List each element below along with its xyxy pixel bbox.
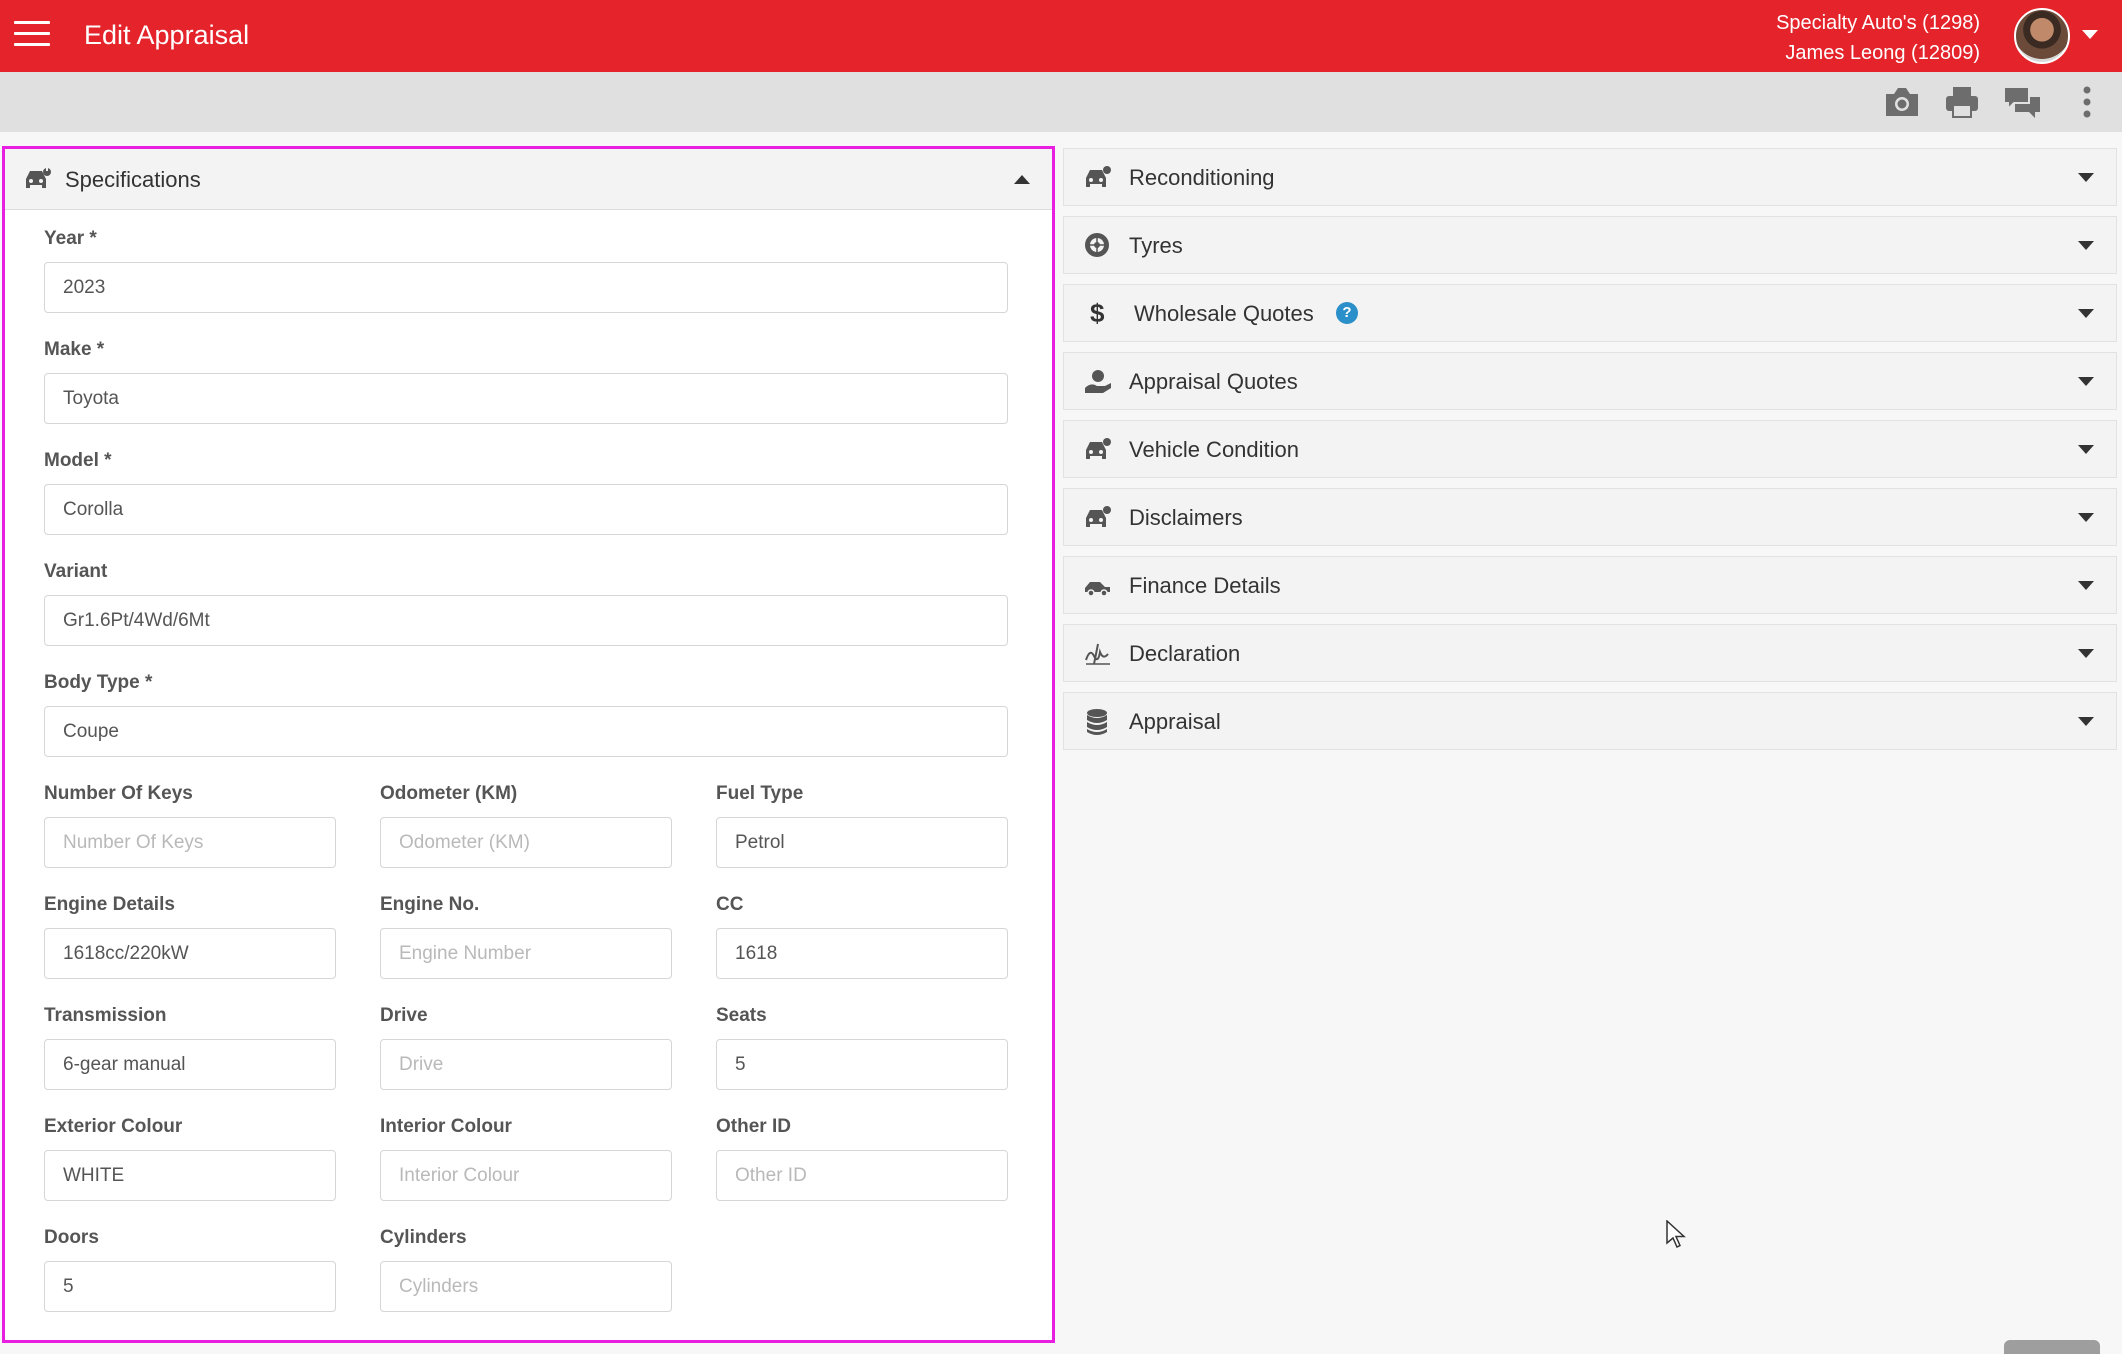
chevron-down-icon[interactable] [2082, 30, 2098, 39]
section-reconditioning[interactable]: Reconditioning [1063, 148, 2117, 206]
cylinders-field[interactable] [380, 1261, 672, 1312]
section-label: Finance Details [1129, 573, 1281, 598]
make-field[interactable] [44, 373, 1008, 424]
section-disclaimers[interactable]: Disclaimers [1063, 488, 2117, 546]
action-toolbar [0, 72, 2122, 132]
seats-field[interactable] [716, 1039, 1008, 1090]
page-title: Edit Appraisal [84, 20, 250, 50]
year-label: Year * [44, 228, 97, 249]
odometer-field[interactable] [380, 817, 672, 868]
doors-label: Doors [44, 1227, 99, 1248]
section-vehicle-condition[interactable]: Vehicle Condition [1063, 420, 2117, 478]
hamburger-menu-icon[interactable] [14, 21, 50, 51]
section-label: Vehicle Condition [1129, 437, 1300, 462]
specifications-header[interactable]: Specifications [5, 149, 1052, 210]
section-label: Appraisal Quotes [1129, 369, 1298, 394]
dealer-name: Specialty Auto's (1298) [1776, 12, 1980, 34]
chevron-down-icon [2078, 173, 2094, 182]
keys-label: Number Of Keys [44, 783, 193, 804]
seats-label: Seats [716, 1005, 767, 1026]
section-wholesale-quotes[interactable]: $ Wholesale Quotes ? [1063, 284, 2117, 342]
section-appraisal-quotes[interactable]: Appraisal Quotes [1063, 352, 2117, 410]
odometer-label: Odometer (KM) [380, 783, 518, 804]
hand-coin-icon [1085, 370, 1111, 393]
camera-icon[interactable] [1883, 85, 1921, 119]
variant-label: Variant [44, 561, 108, 582]
section-label: Declaration [1129, 641, 1241, 666]
transmission-label: Transmission [44, 1005, 167, 1026]
section-appraisal[interactable]: Appraisal [1063, 692, 2117, 750]
account-info[interactable]: Specialty Auto's (1298) James Leong (128… [1776, 8, 1980, 68]
specifications-title: Specifications [65, 167, 201, 192]
section-label: Tyres [1129, 233, 1183, 258]
chevron-up-icon[interactable] [1014, 175, 1030, 184]
car-wrench-icon [1086, 438, 1111, 459]
chevron-down-icon [2078, 649, 2094, 658]
signature-icon [1085, 643, 1110, 665]
section-finance-details[interactable]: Finance Details [1063, 556, 2117, 614]
section-declaration[interactable]: Declaration [1063, 624, 2117, 682]
chevron-down-icon [2078, 445, 2094, 454]
section-label: Appraisal [1129, 709, 1221, 734]
avatar[interactable] [2014, 8, 2070, 64]
engine-details-label: Engine Details [44, 894, 175, 915]
engine-no-label: Engine No. [380, 894, 480, 915]
svg-text:$: $ [1090, 300, 1105, 328]
chevron-down-icon [2078, 241, 2094, 250]
model-label: Model * [44, 450, 112, 471]
section-label: Wholesale Quotes [1134, 301, 1314, 326]
chevron-down-icon [2078, 309, 2094, 318]
car-wrench-icon [1086, 506, 1111, 527]
chevron-down-icon [2078, 717, 2094, 726]
section-label: Disclaimers [1129, 505, 1243, 530]
other-id-field[interactable] [716, 1150, 1008, 1201]
exterior-colour-label: Exterior Colour [44, 1116, 183, 1137]
cc-field[interactable] [716, 928, 1008, 979]
model-field[interactable] [44, 484, 1008, 535]
car-wrench-icon [26, 167, 51, 188]
engine-details-field[interactable] [44, 928, 336, 979]
cc-label: CC [716, 894, 744, 915]
exterior-colour-field[interactable] [44, 1150, 336, 1201]
fuel-type-field[interactable] [716, 817, 1008, 868]
more-vertical-icon[interactable] [2081, 85, 2093, 119]
car-wrench-icon [1086, 166, 1111, 187]
tyre-icon [1085, 233, 1109, 257]
drive-label: Drive [380, 1005, 428, 1026]
chevron-down-icon [2078, 513, 2094, 522]
variant-field[interactable] [44, 595, 1008, 646]
car-side-icon [1085, 582, 1110, 597]
chevron-down-icon [2078, 581, 2094, 590]
dollar-icon: $ [1090, 300, 1105, 328]
body-type-label: Body Type * [44, 672, 153, 693]
interior-colour-field[interactable] [380, 1150, 672, 1201]
mouse-pointer-icon [1666, 1220, 1686, 1249]
make-label: Make * [44, 339, 105, 360]
body-type-field[interactable] [44, 706, 1008, 757]
keys-field[interactable] [44, 817, 336, 868]
user-name: James Leong (12809) [1785, 42, 1980, 64]
cylinders-label: Cylinders [380, 1227, 467, 1248]
database-icon [1087, 709, 1107, 735]
interior-colour-label: Interior Colour [380, 1116, 512, 1137]
other-id-label: Other ID [716, 1116, 791, 1137]
bottom-action-button[interactable] [2004, 1340, 2100, 1354]
section-tyres[interactable]: Tyres [1063, 216, 2117, 274]
app-header: Edit Appraisal Specialty Auto's (1298) J… [0, 0, 2122, 72]
section-label: Reconditioning [1129, 165, 1275, 190]
help-icon[interactable]: ? [1336, 302, 1358, 324]
drive-field[interactable] [380, 1039, 672, 1090]
doors-field[interactable] [44, 1261, 336, 1312]
chevron-down-icon [2078, 377, 2094, 386]
fuel-type-label: Fuel Type [716, 783, 804, 804]
chat-icon[interactable] [2002, 85, 2042, 119]
engine-no-field[interactable] [380, 928, 672, 979]
year-field[interactable] [44, 262, 1008, 313]
transmission-field[interactable] [44, 1039, 336, 1090]
print-icon[interactable] [1944, 85, 1980, 119]
